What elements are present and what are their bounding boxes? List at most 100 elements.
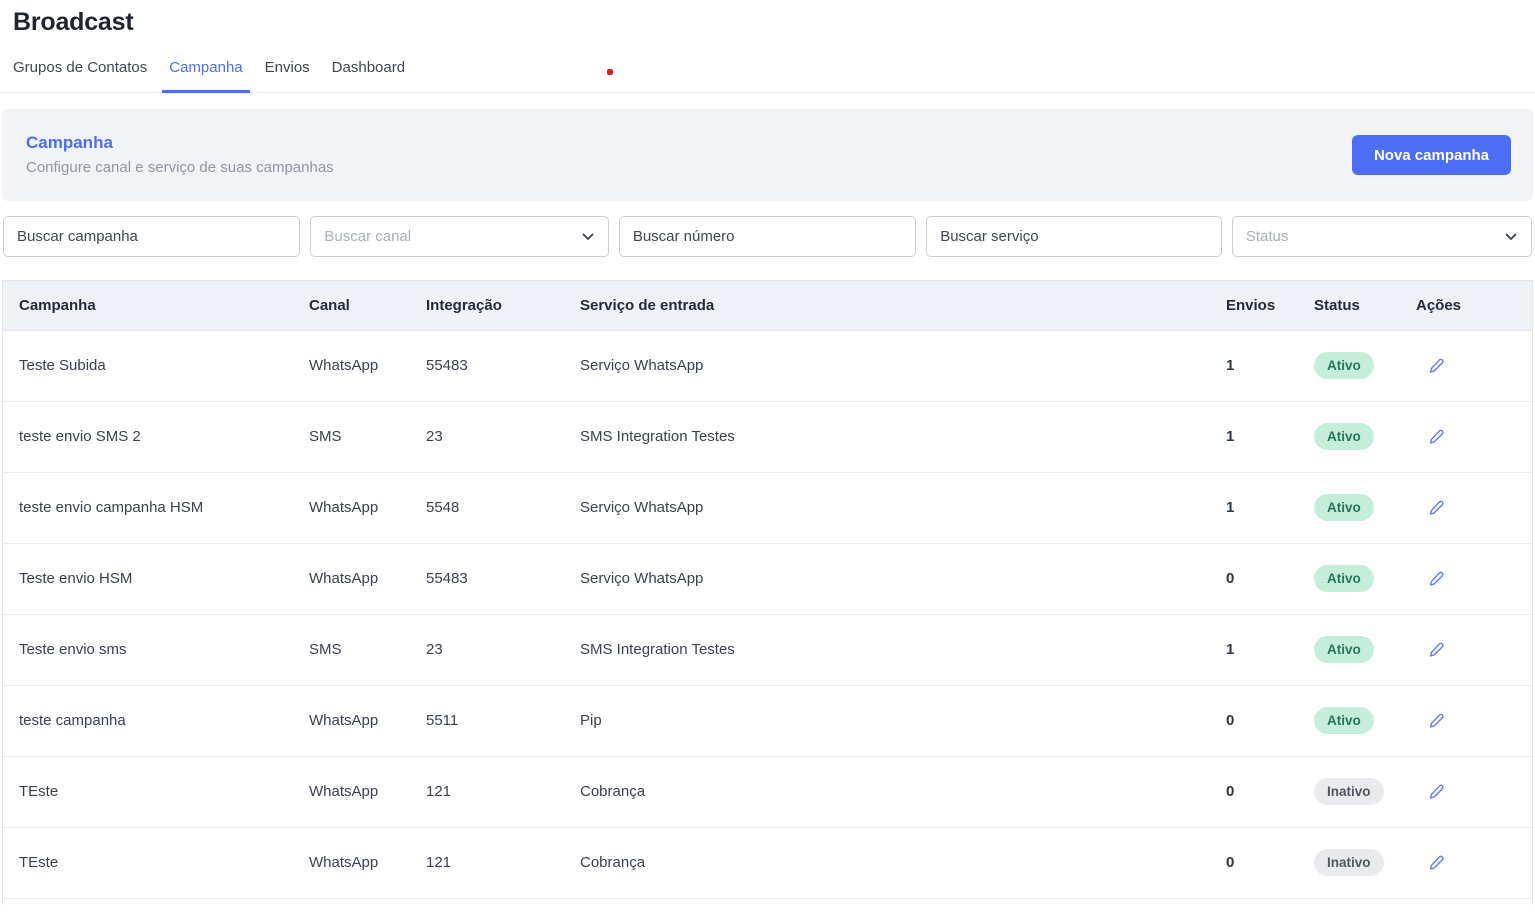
chevron-down-icon bbox=[582, 233, 594, 240]
edit-pencil-icon bbox=[1429, 500, 1444, 515]
sends-count: 0 bbox=[1226, 570, 1235, 587]
table-row: Teste envio sms SMS 23 SMS Integration T… bbox=[3, 614, 1532, 686]
edit-pencil-icon bbox=[1429, 429, 1444, 444]
table-row: teste envio campanha HSM WhatsApp 5548 S… bbox=[3, 472, 1532, 544]
campaign-name: teste envio campanha HSM bbox=[19, 499, 204, 516]
red-marker-dot bbox=[607, 69, 613, 75]
integration-value: 55483 bbox=[426, 357, 468, 374]
status-filter-select[interactable]: Status bbox=[1231, 216, 1532, 257]
sends-count: 0 bbox=[1226, 783, 1235, 800]
edit-button[interactable] bbox=[1426, 425, 1448, 447]
entry-service-value: Serviço WhatsApp bbox=[580, 357, 704, 374]
table-row: TEste WhatsApp 121 Cobrança 0 Inativo bbox=[3, 756, 1532, 828]
channel-value: SMS bbox=[309, 641, 342, 658]
search-channel-placeholder: Buscar canal bbox=[324, 228, 412, 245]
channel-value: WhatsApp bbox=[309, 854, 379, 871]
campaign-name: TEste bbox=[19, 854, 59, 871]
page-title: Broadcast bbox=[13, 8, 134, 36]
entry-service-value: Cobrança bbox=[580, 854, 646, 871]
column-header-campanha: Campanha bbox=[3, 281, 293, 331]
tab-campanha[interactable]: Campanha bbox=[162, 59, 250, 93]
column-header-status: Status bbox=[1310, 281, 1414, 331]
entry-service-value: Pip bbox=[580, 712, 602, 729]
column-header-envios: Envios bbox=[1210, 281, 1310, 331]
table-row: TEste WhatsApp 121 Cobrança 0 Inativo bbox=[3, 827, 1532, 899]
search-number-input[interactable] bbox=[618, 216, 917, 257]
tab-bar: Grupos de Contatos Campanha Envios Dashb… bbox=[0, 59, 1535, 93]
status-badge: Inativo bbox=[1314, 848, 1384, 877]
channel-value: WhatsApp bbox=[309, 570, 379, 587]
edit-pencil-icon bbox=[1429, 358, 1444, 373]
table-header-row: Campanha Canal Integração Serviço de ent… bbox=[3, 281, 1532, 331]
status-badge: Ativo bbox=[1314, 493, 1374, 522]
status-badge: Inativo bbox=[1314, 777, 1384, 806]
search-service-input[interactable] bbox=[926, 216, 1222, 257]
sends-count: 1 bbox=[1226, 357, 1235, 374]
tab-grupos-de-contatos[interactable]: Grupos de Contatos bbox=[6, 59, 154, 93]
integration-value: 23 bbox=[426, 428, 443, 445]
sends-count: 0 bbox=[1226, 712, 1235, 729]
status-badge: Ativo bbox=[1314, 635, 1374, 664]
campaign-panel: Campanha Configure canal e serviço de su… bbox=[2, 109, 1533, 201]
campaign-name: teste campanha bbox=[19, 712, 126, 729]
search-campaign-input[interactable] bbox=[3, 216, 301, 257]
edit-button[interactable] bbox=[1426, 709, 1448, 731]
entry-service-value: Cobrança bbox=[580, 783, 646, 800]
integration-value: 121 bbox=[426, 854, 452, 871]
sends-count: 1 bbox=[1226, 499, 1235, 516]
channel-value: WhatsApp bbox=[309, 783, 379, 800]
edit-button[interactable] bbox=[1426, 780, 1448, 802]
campaigns-table: Campanha Canal Integração Serviço de ent… bbox=[2, 280, 1533, 905]
campaign-name: teste envio SMS 2 bbox=[19, 428, 141, 445]
entry-service-value: Serviço WhatsApp bbox=[580, 570, 704, 587]
channel-value: WhatsApp bbox=[309, 499, 379, 516]
column-header-servico: Serviço de entrada bbox=[564, 281, 1210, 331]
integration-value: 121 bbox=[426, 783, 452, 800]
integration-value: 23 bbox=[426, 641, 443, 658]
status-badge: Ativo bbox=[1314, 706, 1374, 735]
integration-value: 5511 bbox=[426, 712, 459, 729]
edit-button[interactable] bbox=[1426, 496, 1448, 518]
table-row: Teste Subida WhatsApp 55483 Serviço What… bbox=[3, 330, 1532, 402]
sends-count: 1 bbox=[1226, 641, 1235, 658]
edit-button[interactable] bbox=[1426, 851, 1448, 873]
edit-button[interactable] bbox=[1426, 567, 1448, 589]
search-channel-select[interactable]: Buscar canal bbox=[310, 216, 609, 257]
sends-count: 1 bbox=[1226, 428, 1235, 445]
chevron-down-icon bbox=[1505, 233, 1517, 240]
status-badge: Ativo bbox=[1314, 422, 1374, 451]
channel-value: SMS bbox=[309, 428, 342, 445]
tab-dashboard[interactable]: Dashboard bbox=[325, 59, 412, 93]
status-badge: Ativo bbox=[1314, 564, 1374, 593]
entry-service-value: SMS Integration Testes bbox=[580, 641, 735, 658]
campaign-name: Teste envio sms bbox=[19, 641, 127, 658]
filter-bar: Buscar canal Status bbox=[3, 216, 1532, 257]
column-header-integracao: Integração bbox=[410, 281, 564, 331]
edit-pencil-icon bbox=[1429, 784, 1444, 799]
partial-next-row bbox=[3, 898, 1532, 905]
column-header-canal: Canal bbox=[293, 281, 410, 331]
integration-value: 55483 bbox=[426, 570, 468, 587]
table-row: teste campanha WhatsApp 5511 Pip 0 Ativo bbox=[3, 685, 1532, 757]
panel-subtitle: Configure canal e serviço de suas campan… bbox=[26, 159, 334, 176]
table-body: Teste Subida WhatsApp 55483 Serviço What… bbox=[3, 330, 1532, 899]
table-row: teste envio SMS 2 SMS 23 SMS Integration… bbox=[3, 401, 1532, 473]
entry-service-value: Serviço WhatsApp bbox=[580, 499, 704, 516]
panel-title: Campanha bbox=[26, 133, 113, 152]
sends-count: 0 bbox=[1226, 854, 1235, 871]
channel-value: WhatsApp bbox=[309, 712, 379, 729]
new-campaign-button[interactable]: Nova campanha bbox=[1351, 135, 1511, 175]
status-badge: Ativo bbox=[1314, 351, 1374, 380]
campaign-name: Teste envio HSM bbox=[19, 570, 133, 587]
status-filter-placeholder: Status bbox=[1245, 228, 1289, 245]
channel-value: WhatsApp bbox=[309, 357, 379, 374]
tab-envios[interactable]: Envios bbox=[258, 59, 317, 93]
integration-value: 5548 bbox=[426, 499, 460, 516]
edit-button[interactable] bbox=[1426, 638, 1448, 660]
edit-pencil-icon bbox=[1429, 571, 1444, 586]
edit-pencil-icon bbox=[1429, 713, 1444, 728]
column-header-acoes: Ações bbox=[1414, 281, 1532, 331]
campaign-name: TEste bbox=[19, 783, 59, 800]
campaign-name: Teste Subida bbox=[19, 357, 106, 374]
edit-button[interactable] bbox=[1426, 354, 1448, 376]
